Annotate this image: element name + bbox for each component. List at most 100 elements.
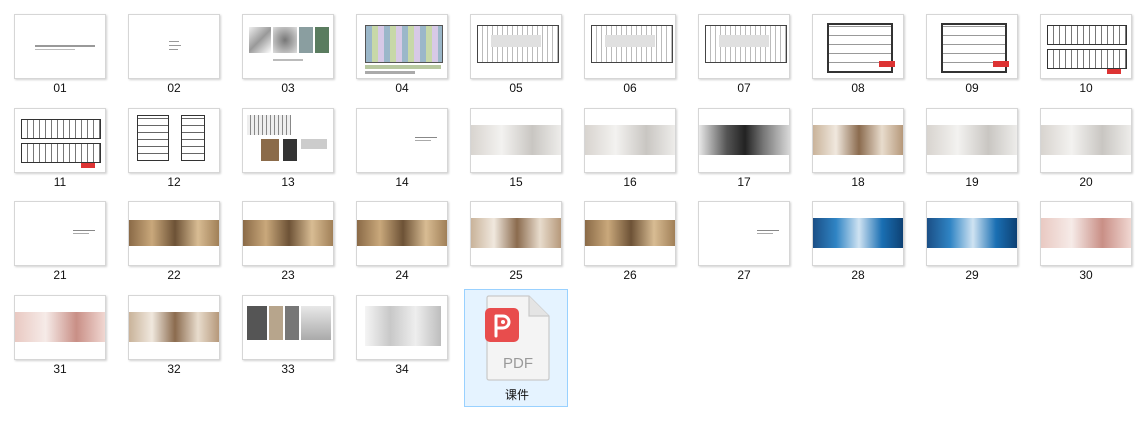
file-item[interactable]: 12: [122, 102, 226, 202]
file-item[interactable]: 25: [464, 195, 568, 295]
page-thumbnail: [14, 14, 106, 79]
file-label: 课件: [504, 388, 529, 402]
file-item[interactable]: 32: [122, 289, 226, 389]
file-label: 31: [53, 362, 67, 376]
page-thumbnail: [14, 108, 106, 173]
file-label: 26: [623, 268, 637, 282]
file-item[interactable]: 04: [350, 8, 454, 108]
file-label: 30: [1079, 268, 1093, 282]
file-label: 05: [509, 81, 523, 95]
file-label: 02: [167, 81, 181, 95]
page-thumbnail: [14, 295, 106, 360]
file-item[interactable]: 27: [692, 195, 796, 295]
page-thumbnail: [1040, 201, 1132, 266]
file-item[interactable]: 13: [236, 102, 340, 202]
file-label: 32: [167, 362, 181, 376]
file-label: 15: [509, 175, 523, 189]
page-thumbnail: [128, 295, 220, 360]
page-thumbnail: [812, 14, 904, 79]
page-thumbnail: [242, 108, 334, 173]
file-label: 13: [281, 175, 295, 189]
file-item[interactable]: 16: [578, 102, 682, 202]
page-thumbnail: [1040, 108, 1132, 173]
pdf-file-icon: PDF: [485, 295, 550, 381]
file-label: 20: [1079, 175, 1093, 189]
file-label: 08: [851, 81, 865, 95]
file-label: 29: [965, 268, 979, 282]
page-thumbnail: [812, 201, 904, 266]
file-item[interactable]: 10: [1034, 8, 1138, 108]
file-item[interactable]: 29: [920, 195, 1024, 295]
page-thumbnail: [584, 14, 676, 79]
file-label: 11: [53, 175, 67, 189]
file-item[interactable]: 05: [464, 8, 568, 108]
file-label: 12: [167, 175, 181, 189]
file-item[interactable]: 28: [806, 195, 910, 295]
page-thumbnail: [128, 14, 220, 79]
file-item[interactable]: 21: [8, 195, 112, 295]
file-item[interactable]: 30: [1034, 195, 1138, 295]
pdf-badge-text: PDF: [503, 355, 533, 372]
file-label: 33: [281, 362, 295, 376]
file-item[interactable]: 23: [236, 195, 340, 295]
file-item[interactable]: 03: [236, 8, 340, 108]
file-item[interactable]: 01: [8, 8, 112, 108]
page-thumbnail: [242, 295, 334, 360]
file-item[interactable]: 06: [578, 8, 682, 108]
page-thumbnail: [584, 108, 676, 173]
file-label: 24: [395, 268, 409, 282]
page-thumbnail: [698, 108, 790, 173]
file-item[interactable]: 19: [920, 102, 1024, 202]
page-thumbnail: [470, 14, 562, 79]
file-label: 21: [53, 268, 67, 282]
page-thumbnail: [698, 14, 790, 79]
file-item[interactable]: 11: [8, 102, 112, 202]
file-item[interactable]: 20: [1034, 102, 1138, 202]
file-item[interactable]: 08: [806, 8, 910, 108]
file-item[interactable]: 14: [350, 102, 454, 202]
file-item[interactable]: 33: [236, 289, 340, 389]
file-label: 34: [395, 362, 409, 376]
file-label: 22: [167, 268, 181, 282]
file-label: 10: [1079, 81, 1093, 95]
page-thumbnail: [356, 295, 448, 360]
page-thumbnail: [128, 201, 220, 266]
page-thumbnail: [926, 14, 1018, 79]
file-label: 18: [851, 175, 865, 189]
page-thumbnail: [470, 201, 562, 266]
file-item[interactable]: 22: [122, 195, 226, 295]
file-item[interactable]: 18: [806, 102, 910, 202]
page-thumbnail: [356, 201, 448, 266]
file-label: 27: [737, 268, 751, 282]
file-label: 04: [395, 81, 409, 95]
file-item[interactable]: 02: [122, 8, 226, 108]
file-label: 17: [737, 175, 751, 189]
page-thumbnail: [698, 201, 790, 266]
file-label: 06: [623, 81, 637, 95]
file-label: 23: [281, 268, 295, 282]
page-thumbnail: [926, 108, 1018, 173]
file-label: 16: [623, 175, 637, 189]
file-label: 09: [965, 81, 979, 95]
page-thumbnail: [470, 108, 562, 173]
file-item[interactable]: 24: [350, 195, 454, 295]
file-item[interactable]: 26: [578, 195, 682, 295]
file-item[interactable]: 17: [692, 102, 796, 202]
file-label: 25: [509, 268, 523, 282]
page-thumbnail: [128, 108, 220, 173]
file-item[interactable]: 31: [8, 289, 112, 389]
file-item[interactable]: 07: [692, 8, 796, 108]
file-label: 03: [281, 81, 295, 95]
file-item[interactable]: 15: [464, 102, 568, 202]
page-thumbnail: [356, 108, 448, 173]
file-label: 28: [851, 268, 865, 282]
pdf-file-item[interactable]: PDF 课件: [464, 289, 568, 407]
page-thumbnail: [14, 201, 106, 266]
file-label: 19: [965, 175, 979, 189]
file-label: 14: [395, 175, 409, 189]
page-thumbnail: [356, 14, 448, 79]
page-thumbnail: [926, 201, 1018, 266]
file-item[interactable]: 34: [350, 289, 454, 389]
file-item[interactable]: 09: [920, 8, 1024, 108]
page-thumbnail: [242, 201, 334, 266]
